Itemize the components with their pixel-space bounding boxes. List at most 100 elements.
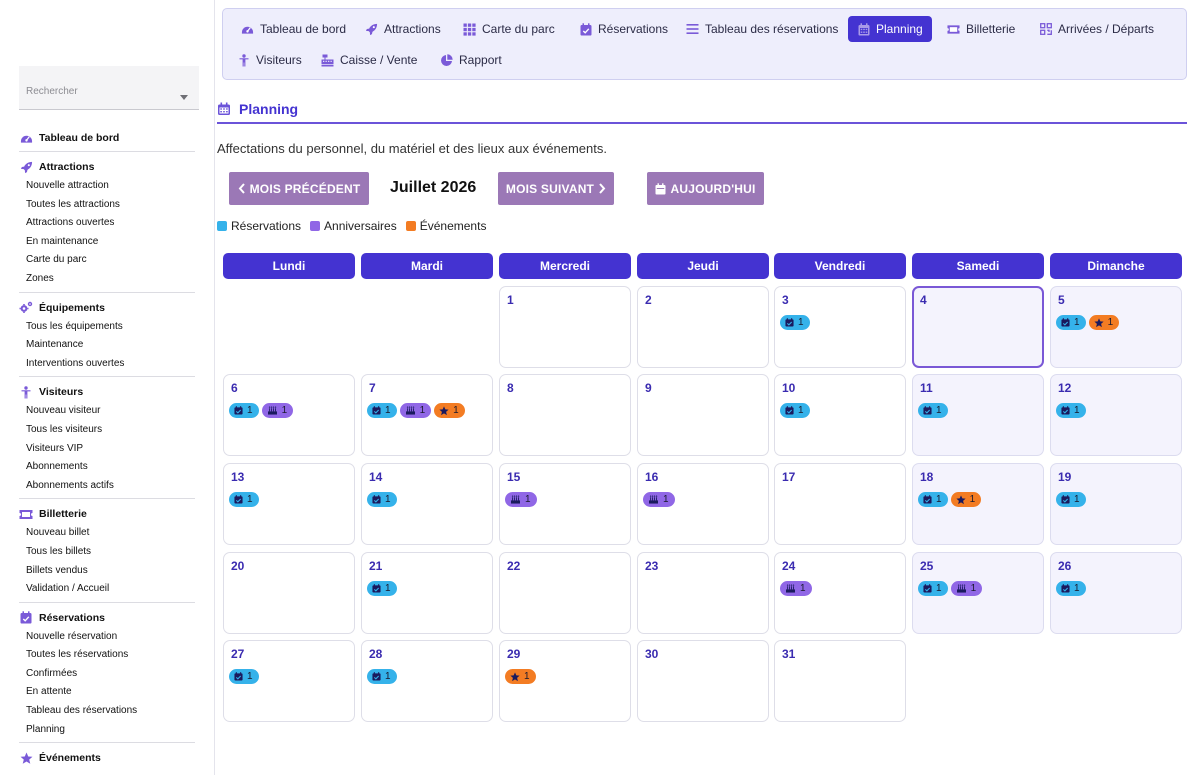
badge-reservation[interactable]: 1: [367, 669, 397, 684]
calendar-day[interactable]: 2: [637, 286, 769, 368]
tab-reservations[interactable]: Réservations: [570, 16, 677, 42]
badge-reservation[interactable]: 1: [1056, 492, 1086, 507]
sidebar-header-attractions[interactable]: Attractions: [19, 157, 195, 177]
tab-tableau-des-reservations[interactable]: Tableau des réservations: [677, 16, 847, 42]
sidebar-item-validation-accueil[interactable]: Validation / Accueil: [19, 580, 195, 599]
calendar-day[interactable]: 18 1 1: [912, 463, 1044, 545]
badge-anniversary[interactable]: 1: [505, 492, 537, 507]
sidebar-item-abonnements-actifs[interactable]: Abonnements actifs: [19, 477, 195, 496]
badge-event[interactable]: 1: [1088, 315, 1120, 330]
calendar-day[interactable]: 19 1: [1050, 463, 1182, 545]
badge-event[interactable]: 1: [505, 669, 536, 684]
badge-anniversary[interactable]: 1: [950, 581, 983, 596]
chevron-down-icon[interactable]: [180, 95, 188, 100]
sidebar-item-tous-les-equipements[interactable]: Tous les équipements: [19, 318, 195, 337]
sidebar-item-interventions-ouvertes[interactable]: Interventions ouvertes: [19, 355, 195, 374]
tab-carte-du-parc[interactable]: Carte du parc: [454, 16, 564, 42]
badge-reservation[interactable]: 1: [229, 492, 259, 507]
sidebar-header-visiteurs[interactable]: Visiteurs: [19, 382, 195, 402]
calendar-day[interactable]: 611: [223, 374, 355, 456]
calendar-day[interactable]: 12 1: [1050, 374, 1182, 456]
calendar-day-today[interactable]: 4: [912, 286, 1044, 368]
badge-reservation[interactable]: 1: [367, 581, 397, 596]
prev-month-button[interactable]: MOIS PRÉCÉDENT: [229, 172, 369, 205]
calendar-day[interactable]: 17: [774, 463, 906, 545]
search-select[interactable]: Rechercher: [19, 66, 199, 110]
calendar-day[interactable]: 24 1: [774, 552, 906, 634]
calendar-day[interactable]: 31: [774, 640, 906, 722]
sidebar-item-nouveau-visiteur[interactable]: Nouveau visiteur: [19, 402, 195, 421]
next-month-button[interactable]: MOIS SUIVANT: [498, 172, 614, 205]
tab-billetterie[interactable]: Billetterie: [938, 16, 1024, 42]
calendar-day[interactable]: 11 1: [912, 374, 1044, 456]
sidebar-item-confirmees[interactable]: Confirmées: [19, 665, 195, 684]
badge-reservation[interactable]: 1: [780, 315, 810, 330]
tab-rapport[interactable]: Rapport: [431, 47, 511, 73]
tab-attractions[interactable]: Attractions: [356, 16, 450, 42]
calendar-day[interactable]: 31: [774, 286, 906, 368]
badge-reservation[interactable]: 1: [1056, 403, 1086, 418]
sidebar-item-tous-les-visiteurs[interactable]: Tous les visiteurs: [19, 421, 195, 440]
tab-planning[interactable]: Planning: [848, 16, 932, 42]
calendar-day[interactable]: 22: [499, 552, 631, 634]
badge-reservation[interactable]: 1: [367, 403, 397, 418]
calendar-day[interactable]: 15 1: [499, 463, 631, 545]
sidebar-header-evenements[interactable]: Événements: [19, 748, 195, 768]
calendar-day[interactable]: 28 1: [361, 640, 493, 722]
sidebar-item-abonnements[interactable]: Abonnements: [19, 458, 195, 477]
sidebar-item-tableau-des-reservations[interactable]: Tableau des réservations: [19, 702, 195, 721]
tab-arrivees-departs[interactable]: Arrivées / Départs: [1030, 16, 1163, 42]
calendar-day[interactable]: 7111: [361, 374, 493, 456]
calendar-day[interactable]: 21 1: [361, 552, 493, 634]
sidebar-item-nouveau-billet[interactable]: Nouveau billet: [19, 524, 195, 543]
badge-reservation[interactable]: 1: [918, 403, 948, 418]
badge-anniversary[interactable]: 1: [643, 492, 675, 507]
badge-anniversary[interactable]: 1: [399, 403, 432, 418]
sidebar-item-en-attente[interactable]: En attente: [19, 683, 195, 702]
sidebar-item-zones[interactable]: Zones: [19, 270, 195, 289]
sidebar-item-attractions-ouvertes[interactable]: Attractions ouvertes: [19, 214, 195, 233]
badge-anniversary[interactable]: 1: [780, 581, 812, 596]
sidebar-item-planning[interactable]: Planning: [19, 721, 195, 740]
calendar-day[interactable]: 13 1: [223, 463, 355, 545]
calendar-day[interactable]: 9: [637, 374, 769, 456]
badge-reservation[interactable]: 1: [918, 581, 948, 596]
calendar-day[interactable]: 8: [499, 374, 631, 456]
sidebar-header-billetterie[interactable]: Billetterie: [19, 504, 195, 524]
badge-reservation[interactable]: 1: [918, 492, 948, 507]
sidebar-item-carte-du-parc[interactable]: Carte du parc: [19, 251, 195, 270]
calendar-day[interactable]: 10 1: [774, 374, 906, 456]
sidebar-item-nouvelle-attraction[interactable]: Nouvelle attraction: [19, 177, 195, 196]
today-button[interactable]: AUJOURD'HUI: [647, 172, 764, 205]
calendar-day[interactable]: 14 1: [361, 463, 493, 545]
calendar-day[interactable]: 1: [499, 286, 631, 368]
badge-reservation[interactable]: 1: [367, 492, 397, 507]
badge-event[interactable]: 1: [950, 492, 982, 507]
sidebar-header-equipements[interactable]: Équipements: [19, 298, 195, 318]
calendar-day[interactable]: 27 1: [223, 640, 355, 722]
sidebar-item-en-maintenance[interactable]: En maintenance: [19, 233, 195, 252]
sidebar-item-tous-les-billets[interactable]: Tous les billets: [19, 543, 195, 562]
tab-tableau-de-bord[interactable]: Tableau de bord: [232, 16, 355, 42]
tab-caisse-vente[interactable]: Caisse / Vente: [312, 47, 426, 73]
calendar-day[interactable]: 16 1: [637, 463, 769, 545]
calendar-day[interactable]: 20: [223, 552, 355, 634]
sidebar-header-reservations[interactable]: Réservations: [19, 608, 195, 628]
badge-reservation[interactable]: 1: [1056, 315, 1086, 330]
badge-reservation[interactable]: 1: [780, 403, 810, 418]
calendar-day[interactable]: 25 1 1: [912, 552, 1044, 634]
sidebar-item-maintenance[interactable]: Maintenance: [19, 336, 195, 355]
sidebar-item-billets-vendus[interactable]: Billets vendus: [19, 562, 195, 581]
badge-reservation[interactable]: 1: [1056, 581, 1086, 596]
calendar-day[interactable]: 511: [1050, 286, 1182, 368]
calendar-day[interactable]: 23: [637, 552, 769, 634]
calendar-day[interactable]: 30: [637, 640, 769, 722]
badge-reservation[interactable]: 1: [229, 669, 259, 684]
calendar-day[interactable]: 29 1: [499, 640, 631, 722]
sidebar-item-nouvelle-reservation[interactable]: Nouvelle réservation: [19, 628, 195, 647]
badge-event[interactable]: 1: [434, 403, 465, 418]
sidebar-header-tableau-de-bord[interactable]: Tableau de bord: [19, 128, 195, 148]
sidebar-item-toutes-les-attractions[interactable]: Toutes les attractions: [19, 196, 195, 215]
calendar-day[interactable]: 26 1: [1050, 552, 1182, 634]
badge-reservation[interactable]: 1: [229, 403, 259, 418]
